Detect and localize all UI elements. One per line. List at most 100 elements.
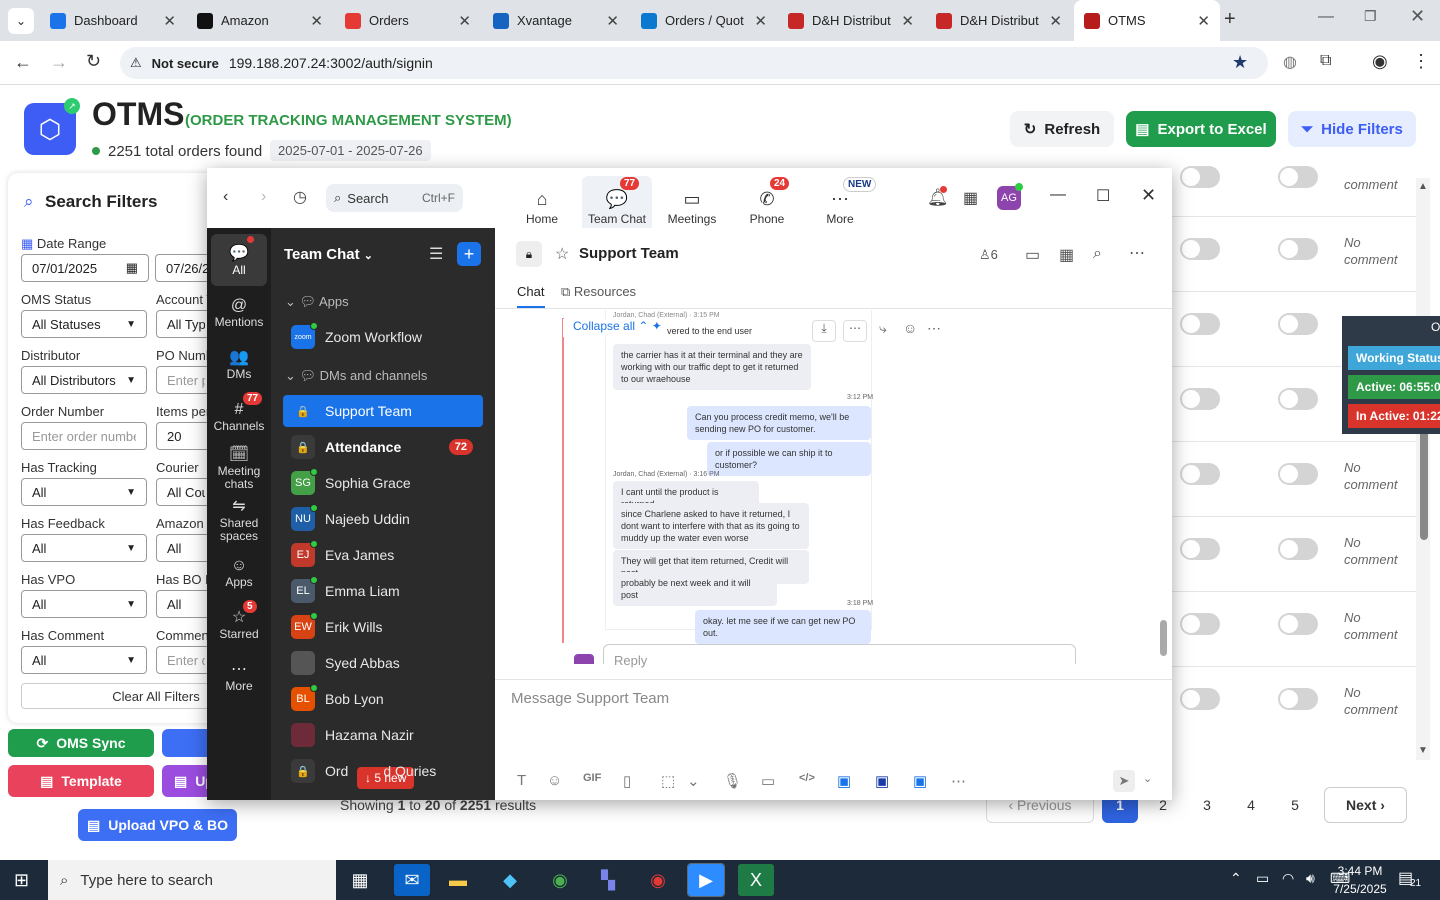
calendar-picker-icon[interactable]: ▦: [126, 260, 138, 276]
feedback-toggle[interactable]: [1180, 538, 1220, 560]
comment-toggle[interactable]: [1278, 538, 1318, 560]
thread-more-icon[interactable]: ⋯: [843, 320, 867, 342]
team-chat-title[interactable]: Team Chat ⌄: [284, 246, 373, 263]
channel-item[interactable]: 🔒 Ord d Quries: [283, 755, 483, 787]
channel-search-icon[interactable]: ⌕: [1093, 245, 1102, 263]
extensions-icon[interactable]: ⧉: [1320, 52, 1331, 70]
rail-shared-spaces[interactable]: ⇋ Shared spaces: [211, 494, 267, 546]
browser-tab[interactable]: Amazon ✕: [187, 0, 333, 41]
code-snippet-icon[interactable]: </>: [799, 772, 815, 784]
channel-item[interactable]: Syed Abbas: [283, 647, 483, 679]
tab-resources[interactable]: ⧉ Resources: [561, 284, 636, 300]
tab-close-icon[interactable]: ✕: [754, 12, 767, 30]
chat-scrollbar-thumb[interactable]: [1160, 620, 1167, 656]
refresh-button[interactable]: ↻ Refresh: [1010, 111, 1114, 147]
scroll-up-icon[interactable]: ▲: [1418, 181, 1428, 192]
rail-more[interactable]: ⋯ More: [211, 650, 267, 702]
next-button[interactable]: Next ›: [1324, 787, 1407, 823]
comment-toggle[interactable]: [1278, 688, 1318, 710]
channel-item[interactable]: Hazama Nazir: [283, 719, 483, 751]
more-tools-icon[interactable]: ⋯: [951, 772, 966, 790]
more-options-icon[interactable]: ⋯: [1129, 243, 1145, 263]
collapse-all-button[interactable]: Collapse all ⌃ ✦: [563, 319, 667, 337]
feedback-toggle[interactable]: [1180, 688, 1220, 710]
gif-icon[interactable]: GIF: [583, 772, 601, 784]
browser-menu-icon[interactable]: ⋮: [1412, 51, 1430, 72]
chrome-icon[interactable]: ◉: [542, 864, 578, 896]
reply-thread-icon[interactable]: ⤷: [879, 320, 887, 337]
channel-item[interactable]: EW Erik Wills: [283, 611, 483, 643]
hide-filters-button[interactable]: ⏷ Hide Filters: [1288, 111, 1416, 147]
history-icon[interactable]: ◷: [293, 187, 307, 207]
order-number-placeholder-input[interactable]: Enter order number...: [21, 422, 147, 450]
channel-item[interactable]: EJ Eva James: [283, 539, 483, 571]
scroll-down-icon[interactable]: ▼: [1418, 745, 1428, 756]
excel-icon[interactable]: X: [738, 864, 774, 896]
tab-close-icon[interactable]: ✕: [310, 12, 323, 30]
tab-close-icon[interactable]: ✕: [606, 12, 619, 30]
new-tab-button[interactable]: +: [1224, 8, 1236, 31]
browser-tab[interactable]: Xvantage ✕: [483, 0, 629, 41]
tray-chevron-icon[interactable]: ⌃: [1230, 870, 1242, 887]
emoji-icon[interactable]: ☺: [547, 772, 562, 789]
channel-title[interactable]: Support Team: [579, 245, 679, 262]
feedback-toggle[interactable]: [1180, 313, 1220, 335]
new-chat-button[interactable]: +: [457, 242, 481, 266]
browser-tab[interactable]: D&H Distribut ✕: [926, 0, 1072, 41]
tray-network-icon[interactable]: ▭: [1256, 870, 1269, 887]
app-3-icon[interactable]: ▣: [913, 772, 927, 790]
start-icon[interactable]: ⊞: [14, 870, 29, 891]
favorite-star-icon[interactable]: ☆: [555, 244, 569, 264]
channel-item[interactable]: EL Emma Liam: [283, 575, 483, 607]
filter-list-icon[interactable]: ☰: [429, 244, 443, 264]
teams-icon[interactable]: ▚: [590, 864, 626, 896]
schedule-icon[interactable]: ▦: [1059, 245, 1074, 265]
comment-toggle[interactable]: [1278, 238, 1318, 260]
globe-icon[interactable]: ◍: [1283, 52, 1297, 72]
nav-home[interactable]: ⌂ Home: [507, 178, 577, 226]
clock-date[interactable]: 7/25/2025: [1326, 882, 1394, 896]
close-window-icon[interactable]: ✕: [1410, 6, 1425, 27]
zoom-search-bar[interactable]: ⌕ Search Ctrl+F: [326, 184, 463, 212]
bookmark-star-icon[interactable]: ★: [1232, 52, 1248, 73]
export-excel-button[interactable]: ▤ Export to Excel: [1126, 111, 1276, 147]
app-1-icon[interactable]: ▣: [837, 772, 851, 790]
profile-icon[interactable]: ◉: [1372, 51, 1388, 72]
feedback-toggle[interactable]: [1180, 613, 1220, 635]
nav-meetings[interactable]: ▭ Meetings: [657, 178, 727, 226]
message-input[interactable]: Message Support Team: [511, 690, 1156, 730]
zoom-close-icon[interactable]: ✕: [1141, 185, 1156, 206]
browser-tab[interactable]: Dashboard ✕: [40, 0, 186, 41]
zoom-workflow-item[interactable]: zoom Zoom Workflow: [283, 321, 483, 353]
forward-icon[interactable]: →: [50, 52, 68, 73]
rail-meeting-chats[interactable]: 🗓 Meeting chats: [211, 442, 267, 494]
feedback-toggle[interactable]: [1180, 388, 1220, 410]
page-3-button[interactable]: 3: [1189, 787, 1225, 823]
app-diamond-icon[interactable]: ◆: [492, 864, 528, 896]
date-to-input[interactable]: 07/26/2: [155, 254, 215, 282]
send-icon[interactable]: ➤: [1113, 770, 1135, 792]
reload-icon[interactable]: ↻: [86, 51, 101, 72]
nav-phone[interactable]: ✆ Phone: [732, 178, 802, 226]
feedback-toggle[interactable]: [1180, 463, 1220, 485]
zoom-maximize-icon[interactable]: ☐: [1096, 186, 1110, 206]
oms-status-select[interactable]: All Statuses ▼: [21, 310, 147, 338]
comment-toggle[interactable]: [1278, 166, 1318, 188]
channel-item[interactable]: SG Sophia Grace: [283, 467, 483, 499]
oms-sync-button[interactable]: ⟳ OMS Sync: [8, 729, 154, 757]
url-text[interactable]: 199.188.207.24:3002/auth/signin: [229, 55, 433, 71]
template-button[interactable]: ▤ Template: [8, 765, 154, 797]
minimize-icon[interactable]: —: [1318, 8, 1334, 26]
tab-chat[interactable]: Chat: [517, 284, 544, 299]
comment-select[interactable]: All ▼: [21, 646, 147, 674]
omnibox[interactable]: ⚠ Not secure 199.188.207.24:3002/auth/si…: [120, 47, 1268, 79]
rail-starred[interactable]: ☆ Starred: [211, 598, 267, 650]
tab-close-icon[interactable]: ✕: [901, 12, 914, 30]
channel-item[interactable]: 🔒 Support Team: [283, 395, 483, 427]
distributor-select[interactable]: All Distributors ▼: [21, 366, 147, 394]
page-4-button[interactable]: 4: [1233, 787, 1269, 823]
video-message-icon[interactable]: ▭: [761, 772, 775, 790]
apps-section-header[interactable]: ⌄ 💬︎ Apps: [285, 294, 349, 310]
screenshot-icon[interactable]: ⬚: [661, 772, 675, 790]
download-icon[interactable]: ⤓: [812, 320, 836, 342]
